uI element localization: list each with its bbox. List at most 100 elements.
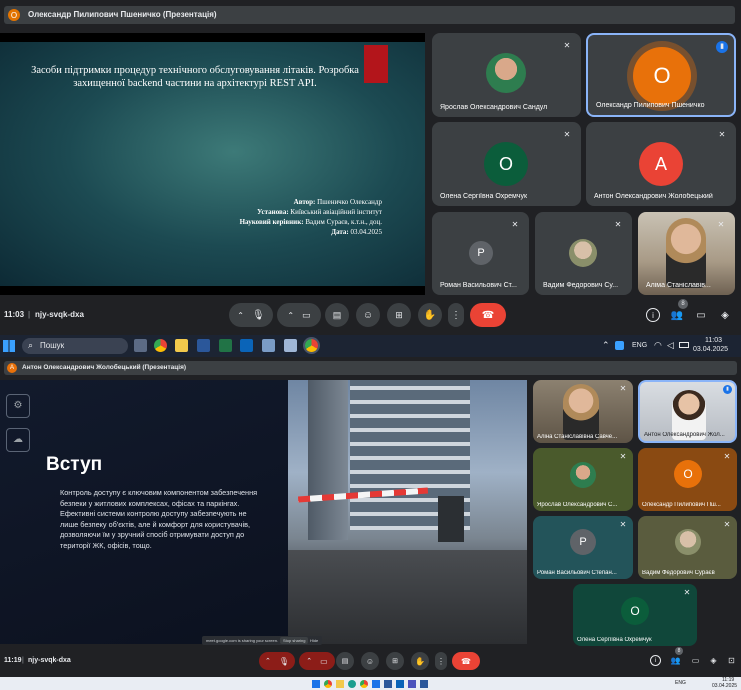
participant-avatar: А <box>639 142 683 186</box>
store-icon[interactable] <box>384 680 392 688</box>
teams-icon[interactable] <box>408 680 416 688</box>
tray-chevron-icon[interactable]: ⌃ <box>602 340 610 351</box>
camera-control[interactable]: ⌃ ▭ <box>299 652 335 670</box>
word-icon[interactable] <box>197 339 210 352</box>
participant-tile[interactable]: ✕ Вадим Федорович Су... <box>535 212 632 295</box>
participant-tile[interactable]: О ✕ Олена Сергіївна Охремчук <box>573 584 697 646</box>
mic-off-icon: ✕ <box>619 452 627 461</box>
chrome-active-icon[interactable] <box>360 680 368 688</box>
participant-tile[interactable]: ✕ Ярослав Олександрович С... <box>533 448 633 511</box>
more-vert-icon: ⋮ <box>437 656 445 666</box>
info-icon[interactable]: i <box>650 655 661 666</box>
participant-name: Олена Сергіївна Охремчук <box>440 193 528 200</box>
taskbar-search[interactable]: ⌕ Пошук <box>22 338 128 354</box>
participant-video[interactable]: ✕ Аліна Станіславівна Савче... <box>533 380 633 443</box>
participant-tile[interactable]: Р ✕ Роман Васильович Степан... <box>533 516 633 579</box>
screen-share-bar: meet.google.com is sharing your screen. … <box>202 636 322 645</box>
leave-call-button[interactable]: ☎ <box>452 652 480 670</box>
mic-off-icon: ✕ <box>619 384 627 393</box>
participant-avatar: О <box>621 597 649 625</box>
app-icon[interactable] <box>372 680 380 688</box>
wifi-icon[interactable]: ◠ <box>654 340 662 351</box>
raise-hand-button[interactable]: ✋ <box>411 652 429 670</box>
emoji-button[interactable]: ☺ <box>356 303 380 327</box>
inst-value: Київський авіаційний інститут <box>290 208 382 216</box>
word-icon[interactable] <box>420 680 428 688</box>
participant-video[interactable]: ✕ Аліма Станіславів... <box>638 212 735 295</box>
slide-photo <box>288 380 527 644</box>
notes-icon[interactable] <box>262 339 275 352</box>
present-button[interactable]: ⊞ <box>387 303 411 327</box>
captions-button[interactable]: ▤ <box>325 303 349 327</box>
people-icon[interactable]: 👥 <box>670 308 684 322</box>
present-button[interactable]: ⊞ <box>386 652 404 670</box>
document-icon[interactable] <box>284 339 297 352</box>
windows-taskbar: ⌕ Пошук ⌃ ENG ◠ ◁ 11:03 03.04.2025 <box>0 335 741 357</box>
meeting-code: njy-svqk-dxa <box>28 657 71 664</box>
mail-icon[interactable] <box>396 680 404 688</box>
raise-hand-button[interactable]: ✋ <box>418 303 442 327</box>
folder-icon[interactable] <box>336 680 344 688</box>
more-options-button[interactable]: ⋮ <box>448 303 464 327</box>
mic-off-icon: ✕ <box>619 520 627 529</box>
participant-tile[interactable]: О ✕ Олена Сергіївна Охремчук <box>432 122 581 206</box>
participant-tile[interactable]: О ✕ Олександр Пилипович Пш... <box>638 448 737 511</box>
chat-icon[interactable]: ▭ <box>690 655 701 666</box>
microphone-icon[interactable]: 🎙 <box>252 310 265 321</box>
participant-tile[interactable]: О ▮ Олександр Пилипович Пшеничко <box>586 33 736 117</box>
volume-icon[interactable]: ◁ <box>667 340 674 351</box>
leave-call-button[interactable]: ☎ <box>470 303 506 327</box>
tray-app-icon[interactable] <box>615 341 624 350</box>
mic-control[interactable]: ⌃ 🎙 <box>259 652 295 670</box>
taskbar-date[interactable]: 03.04.2025 <box>693 346 728 353</box>
meeting-code: njy-svqk-dxa <box>35 310 84 319</box>
mic-off-icon: ✕ <box>614 220 622 229</box>
chevron-up-icon[interactable]: ⌃ <box>265 657 271 665</box>
start-icon[interactable] <box>312 680 320 688</box>
edge-icon[interactable] <box>348 680 356 688</box>
camera-off-icon[interactable]: ▭ <box>320 657 328 666</box>
activities-icon[interactable]: ◈ <box>718 308 732 322</box>
participant-name: Ярослав Олександрович С... <box>537 502 618 508</box>
chrome-icon[interactable] <box>324 680 332 688</box>
mini-date[interactable]: 03.04.2025 <box>712 683 737 689</box>
activities-icon[interactable]: ◈ <box>708 655 719 666</box>
stop-sharing-button[interactable]: Stop sharing <box>280 637 309 644</box>
file-explorer-icon[interactable] <box>175 339 188 352</box>
taskbar-time[interactable]: 11:03 <box>705 337 722 344</box>
slide-cloud-icon: ☁ <box>6 428 30 452</box>
task-view-icon[interactable] <box>134 339 147 352</box>
mic-off-icon: ✕ <box>717 220 725 229</box>
chevron-up-icon[interactable]: ⌃ <box>306 657 312 665</box>
participant-name: Олександр Пилипович Пшеничко <box>596 102 705 109</box>
microphone-off-icon[interactable]: 🎙 <box>279 657 289 666</box>
participant-video[interactable]: ▮ Антон Олександрович Жол... <box>638 380 737 443</box>
chrome-active-icon[interactable] <box>305 339 318 352</box>
participant-tile[interactable]: Р ✕ Роман Васильович Ст... <box>432 212 529 295</box>
info-icon[interactable]: i <box>646 308 660 322</box>
camera-icon[interactable]: ▭ <box>302 310 311 321</box>
language-indicator[interactable]: ENG <box>632 342 647 349</box>
emoji-button[interactable]: ☺ <box>361 652 379 670</box>
outlook-icon[interactable] <box>240 339 253 352</box>
chat-icon[interactable]: ▭ <box>694 308 708 322</box>
mic-control[interactable]: ⌃ 🎙 <box>229 303 273 327</box>
participant-tile[interactable]: А ✕ Антон Олександрович Жолобецький <box>586 122 736 206</box>
chevron-up-icon[interactable]: ⌃ <box>287 311 294 320</box>
excel-icon[interactable] <box>219 339 232 352</box>
camera-control[interactable]: ⌃ ▭ <box>277 303 321 327</box>
meeting-divider: | <box>28 310 31 319</box>
more-options-button[interactable]: ⋮ <box>435 652 447 670</box>
windows-start-icon[interactable] <box>3 340 15 352</box>
chevron-up-icon[interactable]: ⌃ <box>237 311 244 320</box>
participant-tile[interactable]: ✕ Вадим Федорович Сураєв <box>638 516 737 579</box>
mini-language[interactable]: ENG <box>675 680 686 686</box>
lock-icon[interactable]: ⊡ <box>726 655 737 666</box>
captions-button[interactable]: ▤ <box>336 652 354 670</box>
people-icon[interactable]: 👥 <box>670 655 681 666</box>
participant-tile[interactable]: ✕ Ярослав Олександрович Сандул <box>432 33 581 117</box>
battery-icon[interactable] <box>679 342 689 348</box>
hide-button[interactable]: Hide <box>310 638 318 643</box>
participant-name: Роман Васильович Степан... <box>537 570 617 576</box>
chrome-icon[interactable] <box>154 339 167 352</box>
